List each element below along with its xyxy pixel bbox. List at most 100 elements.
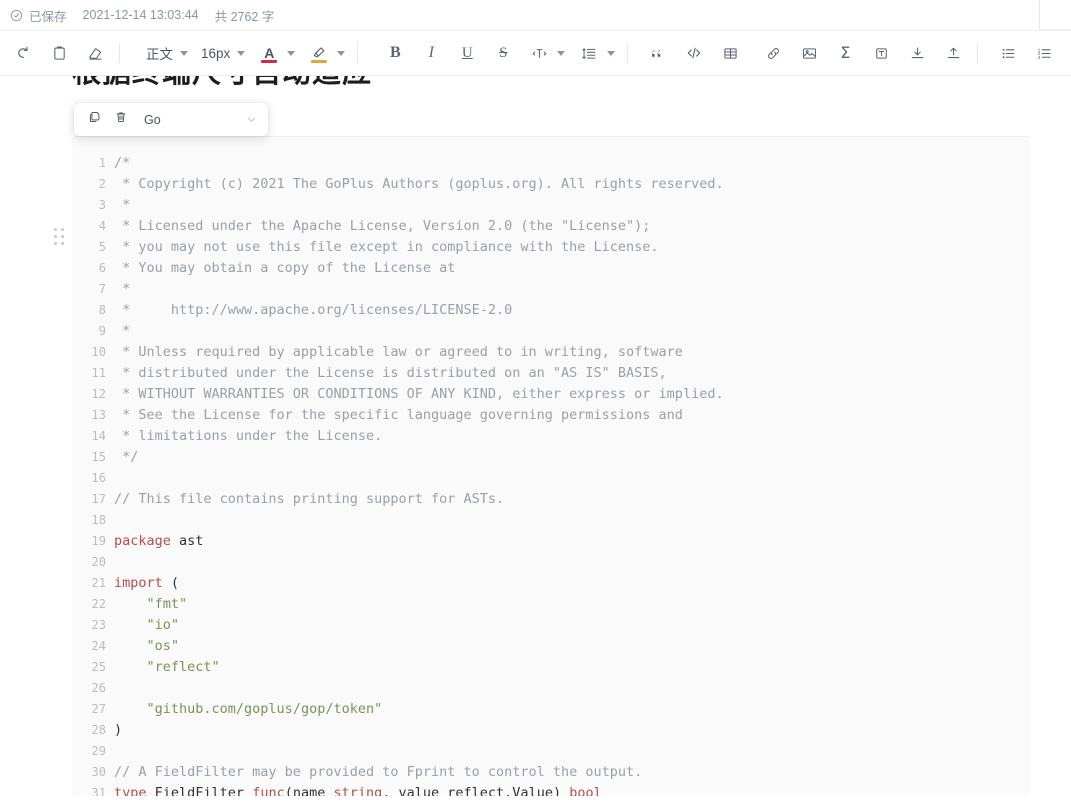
code-block[interactable]: 1 /* 2 * Copyright (c) 2021 The GoPlus Aut… (72, 136, 1030, 796)
paragraph-style-label[interactable]: 正文 (142, 38, 177, 68)
code-line: 1 /* (72, 153, 1030, 174)
toolbar-divider (119, 43, 120, 63)
code-line: 15 */ (72, 447, 1030, 468)
code-line: 31 type FieldFilter func(name string, val… (72, 783, 1030, 796)
line-number: 15 (91, 450, 106, 464)
insert-textbox-button[interactable] (866, 38, 896, 68)
line-number: 13 (91, 408, 106, 422)
code-line-text: package ast (114, 531, 203, 552)
bold-button[interactable]: B (380, 38, 410, 68)
line-height-button[interactable] (574, 38, 604, 68)
undo-button[interactable] (8, 38, 38, 68)
code-token: ) (114, 722, 123, 738)
code-line-text: "fmt" (114, 594, 188, 615)
code-line-text: "github.com/goplus/gop/token" (114, 699, 383, 720)
code-token: * Unless required by applicable law or a… (114, 344, 683, 360)
sigma-icon: Σ (840, 43, 851, 62)
code-line-text: * (114, 195, 130, 216)
code-token: * Licensed under the Apache License, Ver… (114, 218, 651, 234)
bullet-list-button[interactable] (993, 38, 1023, 68)
code-line-text: * WITHOUT WARRANTIES OR CONDITIONS OF AN… (114, 384, 723, 405)
code-token: "reflect" (146, 659, 220, 675)
font-size-chevron-down-icon[interactable] (234, 38, 248, 68)
code-line: 3 * (72, 195, 1030, 216)
code-line-text: ) (114, 720, 122, 741)
code-token: ( (162, 575, 180, 591)
code-line: 24 "os" (72, 636, 1030, 657)
code-line: 16 (72, 468, 1030, 489)
font-size-label[interactable]: 16px (197, 38, 234, 68)
strikethrough-button[interactable]: S (488, 38, 518, 68)
letter-spacing-icon (531, 45, 548, 62)
inline-code-button[interactable] (679, 38, 709, 68)
font-color-button[interactable]: A (254, 38, 284, 68)
code-line: 27 "github.com/goplus/gop/token" (72, 699, 1030, 720)
panel-divider-horizontal (1040, 29, 1071, 30)
code-token: import (114, 575, 163, 591)
insert-link-button[interactable] (758, 38, 788, 68)
code-line: 28) (72, 720, 1030, 741)
code-language-chevron-down-icon[interactable] (242, 107, 260, 133)
letter-spacing-button[interactable] (524, 38, 554, 68)
paste-button[interactable] (44, 38, 74, 68)
toolbar-divider (627, 43, 629, 63)
code-line-text: /* (114, 153, 130, 174)
code-line: 23 "io" (72, 615, 1030, 636)
multilevel-list-button[interactable] (1065, 38, 1071, 68)
font-color-chevron-down-icon[interactable] (284, 38, 298, 68)
delete-code-block-button[interactable] (108, 107, 134, 133)
line-number: 8 (98, 303, 106, 317)
code-line-text: * http://www.apache.org/licenses/LICENSE… (114, 300, 512, 321)
highlight-color-button[interactable] (304, 38, 334, 68)
code-line: 29 (72, 741, 1030, 762)
code-line: 4 * Licensed under the Apache License, V… (72, 216, 1030, 237)
code-token: * (114, 281, 131, 297)
insert-formula-button[interactable]: Σ (830, 38, 860, 68)
bullet-list-icon (1000, 45, 1017, 62)
line-number: 4 (98, 219, 106, 233)
quote-icon (650, 45, 667, 62)
code-line: 2 * Copyright (c) 2021 The GoPlus Author… (72, 174, 1030, 195)
ordered-list-button[interactable]: 1 2 3 (1029, 38, 1059, 68)
code-line-text: import ( (114, 573, 179, 594)
line-number: 16 (91, 471, 106, 485)
download-button[interactable] (902, 38, 932, 68)
line-number: 30 (91, 765, 106, 779)
insert-table-button[interactable] (715, 38, 745, 68)
code-token: "fmt" (146, 596, 188, 612)
text-box-icon (873, 45, 890, 62)
code-line: 12 * WITHOUT WARRANTIES OR CONDITIONS OF… (72, 384, 1030, 405)
code-token: * Copyright (c) 2021 The GoPlus Authors … (114, 176, 724, 192)
copy-code-button[interactable] (82, 107, 108, 133)
highlight-chevron-down-icon[interactable] (334, 38, 348, 68)
code-line: 18 (72, 510, 1030, 531)
clear-format-button[interactable] (80, 38, 110, 68)
paragraph-style-chevron-down-icon[interactable] (177, 38, 191, 68)
blockquote-button[interactable] (643, 38, 673, 68)
code-token: // A FieldFilter may be provided to Fpri… (114, 764, 643, 780)
letter-spacing-chevron-down-icon[interactable] (554, 38, 568, 68)
code-language-label[interactable]: Go (144, 113, 242, 127)
line-number: 7 (98, 282, 106, 296)
code-line-text: * Unless required by applicable law or a… (114, 342, 683, 363)
code-token: */ (114, 449, 139, 465)
line-height-chevron-down-icon[interactable] (604, 38, 618, 68)
code-token: * distributed under the License is distr… (114, 365, 667, 381)
code-line: 21 import ( (72, 573, 1030, 594)
block-drag-handle[interactable] (54, 228, 66, 246)
strikethrough-label: S (499, 44, 508, 61)
insert-image-button[interactable] (794, 38, 824, 68)
code-token: * You may obtain a copy of the License a… (114, 260, 456, 276)
underline-button[interactable]: U (452, 38, 482, 68)
word-count-label: 共 2762 字 (214, 9, 275, 24)
italic-button[interactable]: I (416, 38, 446, 68)
upload-button[interactable] (938, 38, 968, 68)
toolbar-divider (357, 43, 359, 63)
code-line-text: type FieldFilter func(name string, value… (114, 783, 602, 796)
eraser-icon (87, 45, 104, 62)
italic-label: I (428, 44, 434, 61)
